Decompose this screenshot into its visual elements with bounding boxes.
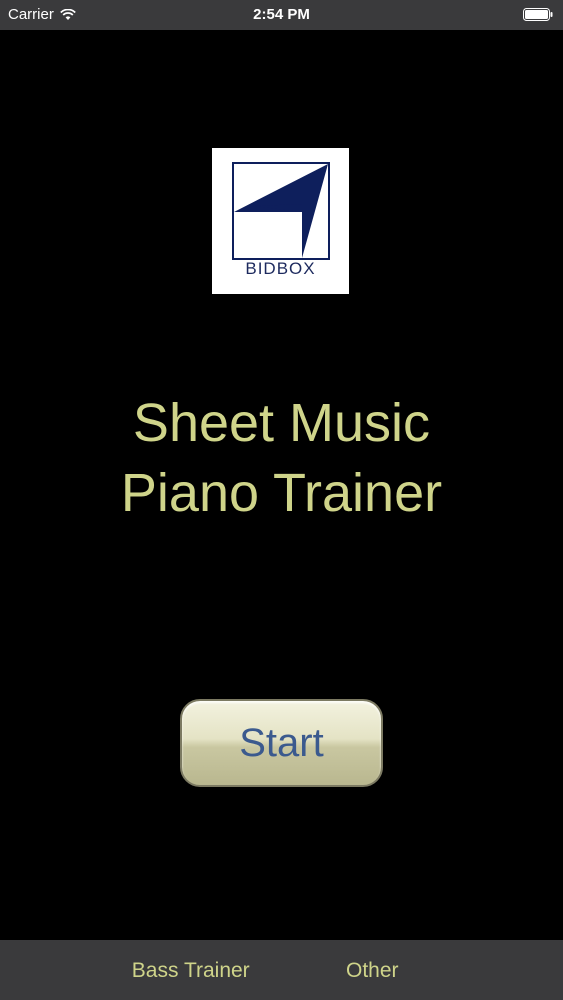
start-button[interactable]: Start xyxy=(180,699,383,787)
bidbox-logo-text: BIDBOX xyxy=(245,259,316,278)
tab-bass-trainer[interactable]: Bass Trainer xyxy=(0,940,282,1000)
tab-other[interactable]: Other xyxy=(282,940,563,1000)
bidbox-logo: BIDBOX xyxy=(212,148,349,294)
tab-bar: Bass Trainer Other xyxy=(0,940,563,1000)
bidbox-logo-icon xyxy=(232,162,330,260)
battery-icon xyxy=(523,8,553,21)
tab-bass-trainer-label: Bass Trainer xyxy=(131,959,250,982)
app-title: Sheet Music Piano Trainer xyxy=(0,388,563,528)
status-bar: Carrier 2:54 PM xyxy=(0,0,563,30)
tab-other-label: Other xyxy=(345,959,399,982)
app-title-line-2: Piano Trainer xyxy=(120,463,443,523)
start-button-label: Start xyxy=(239,720,324,765)
app-screen: Carrier 2:54 PM BIDBOX Sheet Music Piano… xyxy=(0,0,563,1000)
app-title-line-1: Sheet Music xyxy=(132,393,431,453)
status-time: 2:54 PM xyxy=(253,6,310,23)
